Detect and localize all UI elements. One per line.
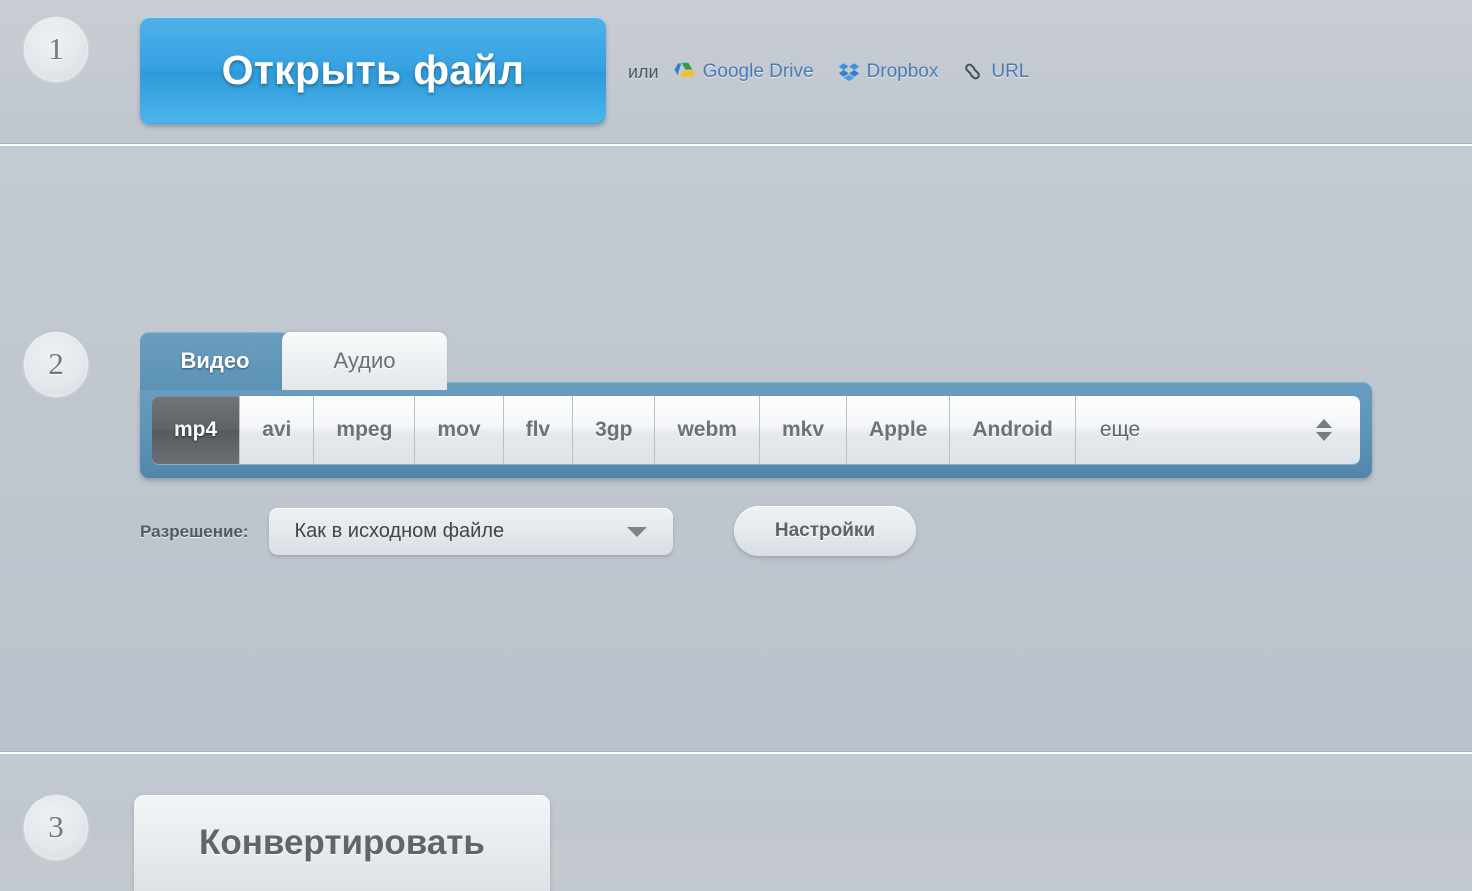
- dropbox-link[interactable]: Dropbox: [838, 61, 939, 83]
- url-label: URL: [991, 61, 1030, 82]
- settings-button[interactable]: Настройки: [734, 506, 916, 556]
- format-android[interactable]: Android: [950, 396, 1076, 464]
- format-mkv[interactable]: mkv: [759, 396, 847, 464]
- format-more-label: еще: [1099, 418, 1141, 441]
- format-more-button[interactable]: еще: [1075, 396, 1360, 464]
- step-3-number: 3: [48, 809, 64, 844]
- format-mp4[interactable]: mp4: [152, 396, 241, 464]
- format-apple[interactable]: Apple: [847, 396, 951, 464]
- cloud-sources-row: или Google Drive Dropbox URL: [628, 58, 1029, 86]
- app-page: 1 Открыть файл или Google Drive Dropbox …: [0, 0, 1472, 891]
- stepper-arrows-icon[interactable]: [1316, 419, 1332, 441]
- chevron-up-icon: [1316, 419, 1332, 428]
- resolution-value: Как в исходном файле: [294, 520, 505, 542]
- dropbox-icon: [838, 62, 860, 82]
- resolution-row: Разрешение: Как в исходном файле: [140, 508, 673, 555]
- format-mpeg[interactable]: mpeg: [314, 396, 416, 464]
- link-icon: [962, 62, 984, 82]
- google-drive-link[interactable]: Google Drive: [674, 61, 814, 83]
- step-1-number: 1: [48, 31, 64, 66]
- step-3-number-badge: 3: [24, 795, 88, 859]
- step-3-section: 3 Конвертировать: [0, 754, 1472, 891]
- step-2-section: 2 Видео Аудио mp4 avi mpeg mov flv 3gp w…: [0, 146, 1472, 751]
- tab-video[interactable]: Видео: [140, 332, 290, 390]
- step-2-number-badge: 2: [24, 332, 88, 396]
- chevron-down-icon: [1316, 432, 1332, 441]
- google-drive-icon: [674, 62, 696, 82]
- format-webm[interactable]: webm: [655, 396, 760, 464]
- convert-button[interactable]: Конвертировать: [134, 795, 550, 891]
- media-type-tabs: Видео Аудио: [140, 332, 447, 390]
- google-drive-label: Google Drive: [702, 61, 814, 82]
- chevron-down-icon: [626, 526, 647, 537]
- url-link[interactable]: URL: [962, 61, 1029, 83]
- tab-audio[interactable]: Аудио: [282, 332, 447, 390]
- format-list: mp4 avi mpeg mov flv 3gp webm mkv Apple …: [152, 396, 1360, 464]
- format-mov[interactable]: mov: [415, 396, 504, 464]
- format-flv[interactable]: flv: [503, 396, 574, 464]
- open-file-button[interactable]: Открыть файл: [140, 17, 606, 124]
- step-1-section: 1 Открыть файл или Google Drive Dropbox …: [0, 0, 1472, 143]
- step-1-number-badge: 1: [24, 17, 88, 81]
- resolution-label: Разрешение:: [140, 521, 249, 541]
- step-2-number: 2: [48, 346, 64, 381]
- dropbox-label: Dropbox: [866, 61, 939, 82]
- format-selector-panel: mp4 avi mpeg mov flv 3gp webm mkv Apple …: [140, 382, 1372, 478]
- format-3gp[interactable]: 3gp: [573, 396, 656, 464]
- format-avi[interactable]: avi: [240, 396, 315, 464]
- or-label: или: [628, 61, 659, 82]
- resolution-select[interactable]: Как в исходном файле: [268, 508, 673, 555]
